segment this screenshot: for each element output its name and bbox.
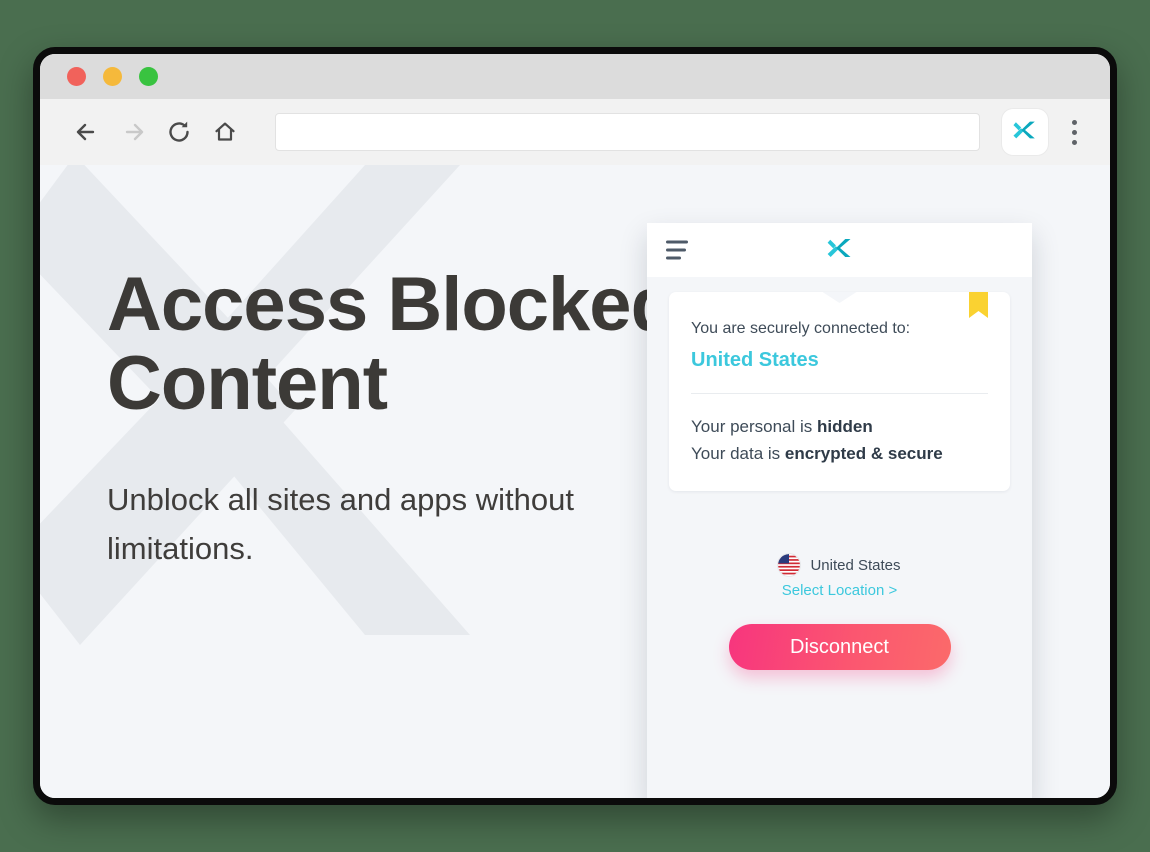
hamburger-menu-button[interactable] [666, 240, 688, 260]
arrow-left-icon [72, 117, 102, 147]
privacy-line-strong: hidden [817, 417, 873, 436]
browser-menu-button[interactable] [1056, 109, 1092, 155]
popup-footer: United States Select Location > Disconne… [647, 554, 1032, 798]
title-bar [40, 54, 1110, 99]
hamburger-menu-icon [666, 240, 688, 244]
three-dot-menu-icon [1071, 119, 1077, 125]
popup-logo [825, 233, 855, 268]
us-flag-icon [778, 554, 801, 576]
bookmark-icon[interactable] [969, 292, 988, 318]
menu-dot [1071, 139, 1077, 145]
extension-toolbar-button[interactable] [1002, 109, 1048, 155]
encryption-line-prefix: Your data is [691, 444, 785, 463]
card-notch [822, 292, 857, 303]
hamburger-line [666, 248, 686, 252]
hero-section: Access Blocked Content Unblock all sites… [107, 265, 707, 573]
location-name: United States [810, 556, 901, 574]
popup-header [647, 223, 1032, 277]
reload-button[interactable] [156, 109, 202, 155]
page-title: Access Blocked Content [107, 262, 677, 426]
extension-popup: You are securely connected to: United St… [647, 223, 1032, 798]
disconnect-button[interactable]: Disconnect [728, 624, 951, 670]
address-input[interactable] [275, 113, 980, 151]
current-location-row[interactable]: United States [778, 554, 901, 576]
select-location-link[interactable]: Select Location > [782, 582, 898, 599]
page-content: Access Blocked Content Unblock all sites… [40, 165, 1110, 798]
back-button[interactable] [64, 109, 110, 155]
forward-button[interactable] [110, 109, 156, 155]
window-close-button[interactable] [67, 67, 86, 86]
arrow-right-icon [118, 117, 148, 147]
browser-toolbar [40, 99, 1110, 165]
home-icon [210, 117, 240, 147]
menu-dot [1071, 129, 1077, 135]
x-logo-icon [1011, 116, 1039, 149]
x-logo-icon [825, 238, 855, 267]
encryption-line-strong: encrypted & secure [784, 444, 943, 463]
home-button[interactable] [202, 109, 248, 155]
hamburger-line [666, 256, 681, 260]
card-divider [691, 393, 988, 394]
browser-window: Access Blocked Content Unblock all sites… [33, 47, 1117, 805]
privacy-line-prefix: Your personal is [691, 417, 818, 436]
window-minimize-button[interactable] [103, 67, 122, 86]
page-subtitle: Unblock all sites and apps without limit… [107, 482, 574, 566]
connected-label: You are securely connected to: [691, 320, 911, 337]
window-maximize-button[interactable] [139, 67, 158, 86]
privacy-line: Your personal is hidden [691, 413, 988, 440]
encryption-line: Your data is encrypted & secure [691, 440, 988, 467]
status-card: You are securely connected to: United St… [669, 292, 1010, 491]
reload-icon [164, 117, 194, 147]
connected-country: United States [691, 349, 819, 371]
